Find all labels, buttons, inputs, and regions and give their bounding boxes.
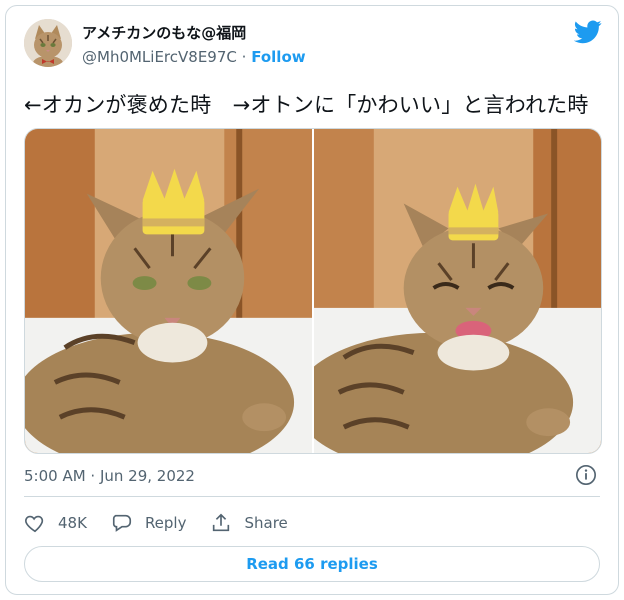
follow-button[interactable]: Follow	[251, 48, 305, 66]
share-label: Share	[244, 514, 288, 532]
author-handle[interactable]: @Mh0MLiErcV8E97C	[82, 48, 237, 66]
smiling-cat-with-crown-photo[interactable]	[314, 129, 601, 453]
info-icon[interactable]	[575, 464, 597, 486]
action-bar: 48K Reply Share	[24, 511, 312, 535]
author-display-name[interactable]: アメチカンのもな@福岡	[82, 22, 246, 43]
share-button[interactable]: Share	[210, 512, 288, 534]
reply-icon	[112, 514, 132, 532]
author-handle-row: @Mh0MLiErcV8E97C · Follow	[82, 48, 306, 66]
tweet-timestamp[interactable]: 5:00 AM · Jun 29, 2022	[24, 467, 195, 485]
twitter-bird-icon[interactable]	[574, 20, 602, 44]
heart-icon	[25, 515, 44, 533]
like-count: 48K	[58, 514, 87, 532]
tweet-text: ←オカンが褒めた時 →オトンに「かわいい」と言われた時	[24, 93, 589, 117]
like-button[interactable]: 48K	[24, 512, 87, 534]
divider	[24, 496, 600, 497]
separator-dot: ·	[241, 48, 247, 66]
share-icon	[213, 513, 230, 532]
reply-label: Reply	[144, 514, 187, 532]
tweet-card: アメチカンのもな@福岡 @Mh0MLiErcV8E97C · Follow ←オ…	[5, 5, 619, 595]
tweet-media[interactable]	[24, 128, 602, 454]
reply-button[interactable]: Reply	[111, 512, 187, 534]
cat-avatar-icon[interactable]	[24, 19, 72, 67]
cat-with-crown-photo[interactable]	[25, 129, 312, 453]
read-replies-button[interactable]: Read 66 replies	[24, 546, 600, 582]
